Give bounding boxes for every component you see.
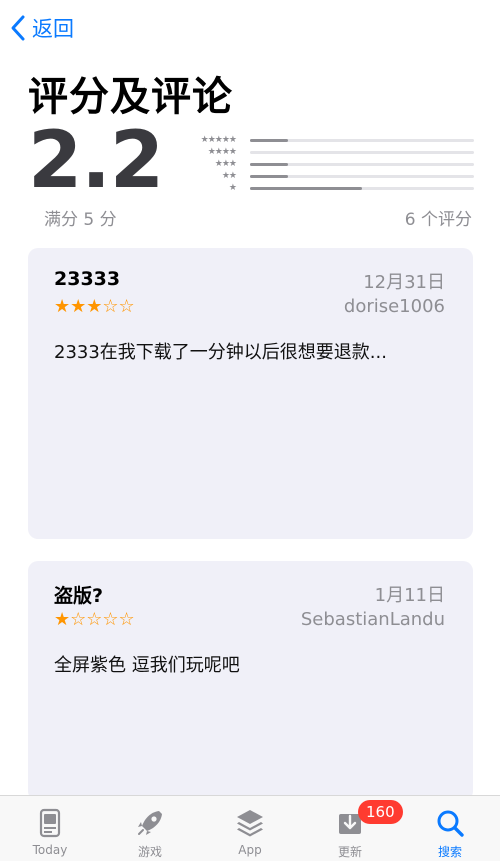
out-of-label: 满分 5 分	[44, 210, 117, 230]
histogram-row-1: ★	[180, 182, 474, 194]
review-date: 1月11日	[374, 585, 445, 606]
review-body: 2333在我下载了一分钟以后很想要退款...	[54, 342, 387, 363]
histogram-stars-1: ★	[228, 183, 237, 193]
average-score: 2.2	[28, 116, 164, 206]
rating-count: 6 个评分	[404, 210, 472, 230]
back-label: 返回	[32, 17, 74, 41]
review-author: SebastianLandu	[300, 609, 445, 630]
histogram-row-4: ★★★★	[180, 146, 474, 158]
tab-search-label: 搜索	[437, 845, 462, 859]
today-icon	[39, 808, 61, 838]
histogram-row-2: ★★	[180, 170, 474, 182]
review-body: 全屏紫色 逗我们玩呢吧	[54, 655, 240, 676]
rating-histogram: ★★★★★ ★★★★ ★★★ ★★ ★	[180, 134, 474, 194]
tab-games-label: 游戏	[137, 845, 162, 859]
tab-bar: Today 游戏 App 160 更新 搜索	[0, 795, 500, 861]
page-title: 评分及评论	[28, 74, 233, 120]
review-stars: ★★★☆☆	[54, 296, 135, 317]
layers-icon	[237, 810, 263, 837]
search-icon	[437, 810, 464, 837]
histogram-row-3: ★★★	[180, 158, 474, 170]
tab-search[interactable]: 搜索	[400, 796, 500, 861]
tab-updates-label: 更新	[337, 845, 362, 859]
histogram-stars-4: ★★★★	[207, 147, 237, 157]
histogram-bar-5	[250, 138, 289, 142]
updates-badge: 160	[358, 800, 403, 824]
tab-apps-label: App	[238, 843, 262, 857]
review-author: dorise1006	[343, 296, 445, 317]
tab-today[interactable]: Today	[0, 796, 100, 861]
review-title: 盗版?	[54, 585, 104, 607]
tab-apps[interactable]: App	[200, 796, 300, 861]
review-card[interactable]: 盗版? 1月11日 ★☆☆☆☆ SebastianLandu 全屏紫色 逗我们玩…	[28, 561, 473, 801]
histogram-row-5: ★★★★★	[180, 134, 474, 146]
chevron-left-icon	[11, 15, 25, 41]
review-stars: ★☆☆☆☆	[54, 609, 135, 630]
tab-games[interactable]: 游戏	[100, 796, 200, 861]
rocket-icon	[138, 811, 162, 835]
review-date: 12月31日	[363, 272, 445, 293]
review-title: 23333	[54, 268, 121, 290]
histogram-bar-1	[250, 186, 362, 190]
tab-updates[interactable]: 160 更新	[300, 796, 403, 861]
back-button[interactable]: 返回	[10, 12, 74, 44]
review-card[interactable]: 23333 12月31日 ★★★☆☆ dorise1006 2333在我下载了一…	[28, 248, 473, 539]
histogram-bar-2	[250, 174, 289, 178]
histogram-stars-2: ★★	[221, 171, 237, 181]
histogram-bar-3	[250, 162, 289, 166]
histogram-stars-3: ★★★	[214, 159, 237, 169]
histogram-stars-5: ★★★★★	[200, 135, 237, 145]
tab-today-label: Today	[32, 843, 68, 857]
